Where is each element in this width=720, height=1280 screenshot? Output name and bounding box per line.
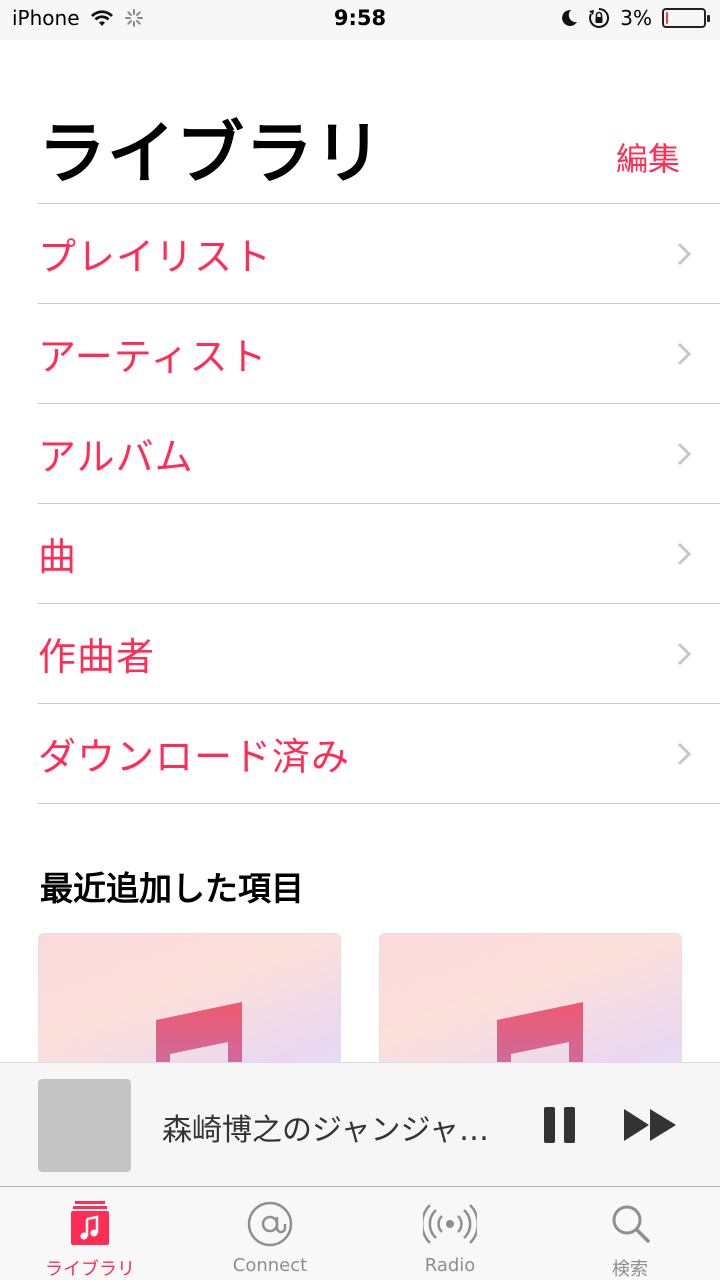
rotation-lock-icon [589, 7, 610, 28]
library-item-label: 作曲者 [38, 635, 156, 679]
radio-broadcast-icon [423, 1204, 477, 1244]
chevron-right-icon [677, 742, 692, 765]
tab-label: Radio [424, 1255, 476, 1276]
tab-radio[interactable]: Radio [360, 1187, 540, 1280]
library-list: プレイリスト アーティスト アルバム 曲 作曲者 ダウンロード済み [38, 203, 720, 804]
tab-label: Connect [232, 1255, 308, 1276]
search-icon [612, 1205, 650, 1243]
moon-icon [562, 9, 578, 26]
tab-label: 検索 [612, 1259, 648, 1280]
tab-library[interactable]: ライブラリ [0, 1187, 180, 1280]
tab-label: ライブラリ [45, 1259, 135, 1280]
library-item-label: プレイリスト [38, 235, 273, 279]
library-item-artists[interactable]: アーティスト [38, 304, 720, 404]
chevron-right-icon [677, 542, 692, 565]
mini-player[interactable]: 森崎博之のジャンジャ… [0, 1062, 720, 1186]
tab-bar: ライブラリ Connect Radio 検索 [0, 1186, 720, 1280]
page-title: ライブラリ [38, 115, 384, 194]
library-item-label: 曲 [38, 535, 78, 579]
chevron-right-icon [677, 242, 692, 265]
library-item-songs[interactable]: 曲 [38, 504, 720, 604]
tab-search[interactable]: 検索 [540, 1187, 720, 1280]
chevron-right-icon [677, 642, 692, 665]
library-item-albums[interactable]: アルバム [38, 404, 720, 504]
edit-button[interactable]: 編集 [616, 134, 680, 180]
library-item-label: ダウンロード済み [38, 735, 351, 779]
chevron-right-icon [677, 342, 692, 365]
fast-forward-button[interactable] [622, 1105, 680, 1145]
status-bar: iPhone 9:58 3% [0, 0, 720, 40]
pause-button[interactable] [538, 1103, 582, 1147]
library-item-label: アーティスト [38, 335, 268, 379]
now-playing-artwork[interactable] [38, 1079, 131, 1172]
library-item-playlists[interactable]: プレイリスト [38, 204, 720, 304]
chevron-right-icon [677, 442, 692, 465]
now-playing-title[interactable]: 森崎博之のジャンジャ… [162, 1105, 512, 1149]
library-item-label: アルバム [38, 435, 194, 479]
recently-added-title: 最近追加した項目 [40, 869, 304, 908]
battery-icon [662, 8, 710, 28]
music-note-icon [71, 1201, 109, 1245]
library-item-downloaded[interactable]: ダウンロード済み [38, 704, 720, 804]
library-item-composers[interactable]: 作曲者 [38, 604, 720, 704]
battery-level-fill [666, 12, 668, 24]
tab-connect[interactable]: Connect [180, 1187, 360, 1280]
at-sign-icon [247, 1201, 293, 1247]
battery-percent: 3% [620, 6, 652, 30]
